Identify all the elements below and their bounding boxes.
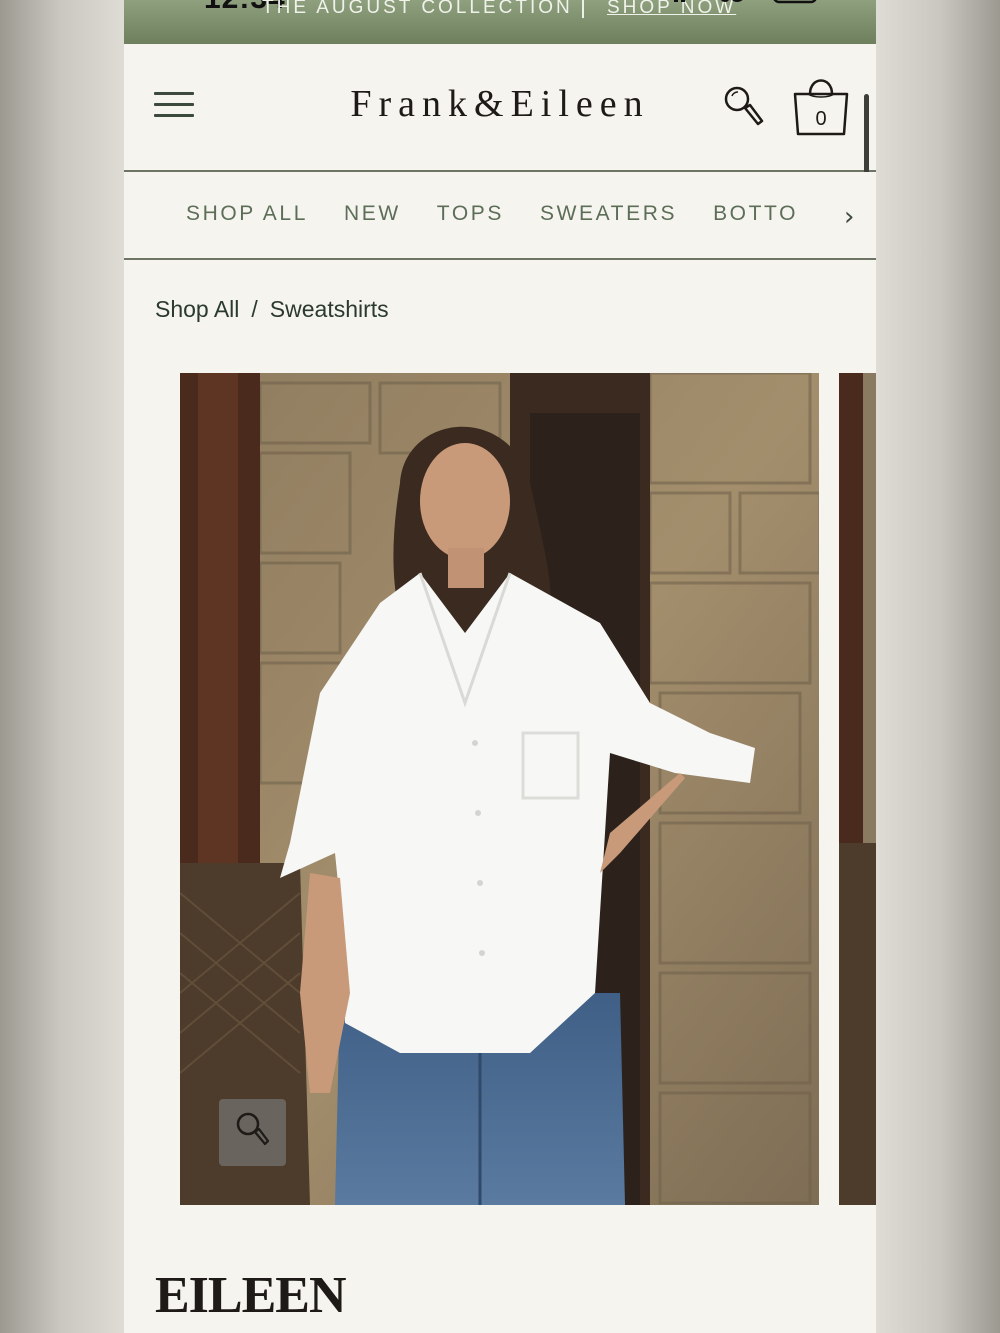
nav-sweaters[interactable]: SWEATERS [540, 202, 677, 226]
announcement-bar: 12:34 THE AUGUST COLLECTION SHOP NOW 5G [124, 0, 876, 44]
zoom-icon [236, 1112, 270, 1146]
product-photo-illustration [180, 373, 819, 1205]
nav-bottoms[interactable]: BOTTO [713, 202, 798, 226]
breadcrumb-current: Sweatshirts [269, 296, 389, 322]
phone-screen: 12:34 THE AUGUST COLLECTION SHOP NOW 5G … [124, 0, 876, 1333]
product-image[interactable] [180, 373, 819, 1205]
chevron-right-icon[interactable]: › [844, 202, 854, 232]
breadcrumb-shop-all[interactable]: Shop All [155, 296, 239, 322]
breadcrumb: Shop All / Sweatshirts [155, 296, 389, 323]
search-icon[interactable] [722, 84, 766, 130]
nav-new[interactable]: NEW [344, 202, 401, 226]
shopping-bag-icon[interactable]: 0 [790, 72, 852, 140]
announcement-divider [582, 0, 584, 18]
announcement-message: THE AUGUST COLLECTION [262, 0, 573, 18]
next-product-image[interactable] [839, 373, 876, 1205]
category-nav: SHOP ALL NEW TOPS SWEATERS BOTTO › [124, 172, 876, 260]
product-name: EILEEN [155, 1267, 347, 1324]
cart-count: 0 [815, 108, 827, 130]
zoom-button[interactable] [219, 1099, 286, 1166]
nav-shop-all[interactable]: SHOP ALL [186, 202, 308, 226]
status-icons: 5G [674, 0, 817, 6]
next-photo-illustration [839, 373, 876, 1205]
site-header: Frank&Eileen 0 [124, 44, 876, 222]
nav-tops[interactable]: TOPS [437, 202, 504, 226]
svg-text:5G: 5G [720, 0, 744, 6]
breadcrumb-separator: / [251, 296, 258, 322]
